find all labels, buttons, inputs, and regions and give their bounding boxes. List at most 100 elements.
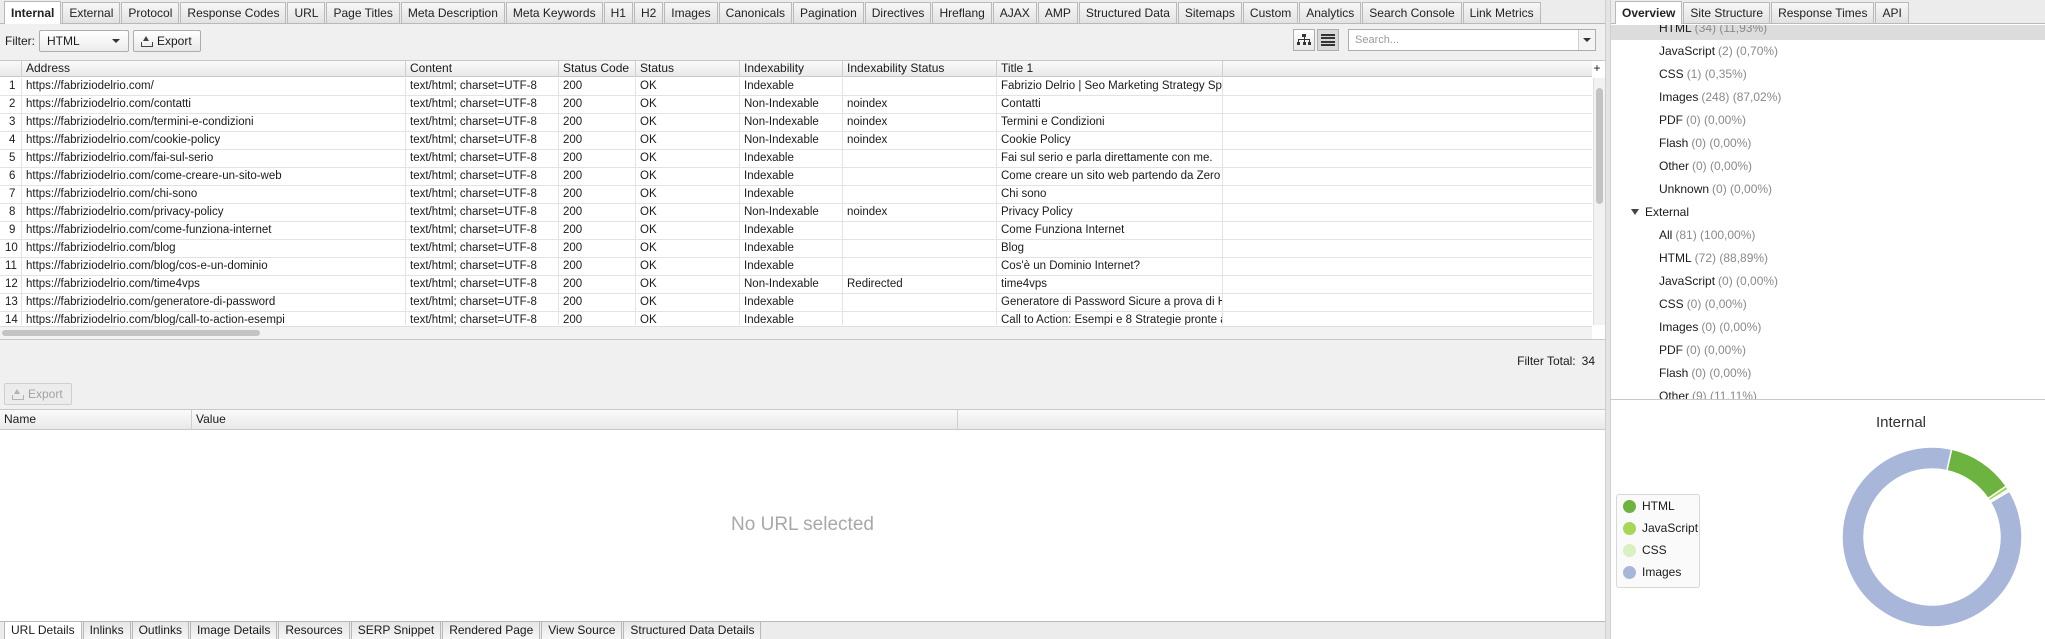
tab-meta-keywords[interactable]: Meta Keywords (505, 2, 603, 23)
tab-page-titles[interactable]: Page Titles (326, 2, 400, 23)
table-cell (843, 294, 997, 312)
table-row[interactable]: 8 https://fabriziodelrio.com/privacy-poli… (0, 204, 1592, 222)
tab-hreflang[interactable]: Hreflang (932, 2, 992, 23)
bottom-tab-serp-snippet[interactable]: SERP Snippet (350, 622, 442, 639)
tab-url[interactable]: URL (287, 2, 326, 23)
bottom-tab-structured-data-details[interactable]: Structured Data Details (623, 622, 762, 639)
table-row[interactable]: 9 https://fabriziodelrio.com/come-funzion… (0, 222, 1592, 240)
column-header-index[interactable] (0, 61, 22, 77)
details-column-name[interactable]: Name (0, 410, 192, 430)
tree-item[interactable]: Images (248) (87,02%) (1611, 86, 2045, 109)
details-column-value[interactable]: Value (192, 410, 958, 430)
tab-internal[interactable]: Internal (4, 1, 62, 24)
side-tab-response-times[interactable]: Response Times (1771, 2, 1875, 23)
table-row[interactable]: 7 https://fabriziodelrio.com/chi-sono text… (0, 186, 1592, 204)
tab-directives[interactable]: Directives (864, 2, 932, 23)
column-header-address[interactable]: Address (22, 61, 406, 77)
tree-item[interactable]: HTML (72) (88,89%) (1611, 247, 2045, 270)
tab-external[interactable]: External (62, 2, 121, 23)
column-header-status[interactable]: Status (636, 61, 740, 77)
side-tab-site-structure[interactable]: Site Structure (1683, 2, 1771, 23)
tab-h2[interactable]: H2 (633, 2, 664, 23)
tree-group-external[interactable]: External (1611, 201, 2045, 224)
tab-analytics[interactable]: Analytics (1299, 2, 1362, 23)
bottom-tab-resources[interactable]: Resources (278, 622, 350, 639)
details-export-button[interactable]: Export (4, 383, 72, 405)
tab-pagination[interactable]: Pagination (793, 2, 864, 23)
tree-item[interactable]: JavaScript (2) (0,70%) (1611, 40, 2045, 63)
tree-item[interactable]: JavaScript (0) (0,00%) (1611, 270, 2045, 293)
tree-view-button[interactable] (1293, 29, 1315, 51)
side-tab-api[interactable]: API (1875, 2, 1909, 23)
table-cell: https://fabriziodelrio.com/contatti (22, 96, 406, 114)
table-row[interactable]: 11 https://fabriziodelrio.com/blog/cos-e-… (0, 258, 1592, 276)
add-column-icon[interactable]: + (1591, 61, 1603, 77)
export-button[interactable]: Export (133, 30, 201, 52)
tab-link-metrics[interactable]: Link Metrics (1462, 2, 1541, 23)
chart-panel: Internal HTML JavaScript CSS Images (1611, 402, 2045, 639)
tab-response-codes[interactable]: Response Codes (180, 2, 287, 23)
filter-select-value: HTML (47, 34, 80, 48)
table-cell: 7 (0, 186, 22, 204)
tab-images[interactable]: Images (664, 2, 718, 23)
tree-item[interactable]: PDF (0) (0,00%) (1611, 109, 2045, 132)
donut-slice-html[interactable] (1945, 448, 2008, 500)
tab-amp[interactable]: AMP (1037, 2, 1078, 23)
tree-item[interactable]: Other (9) (11,11%) (1611, 385, 2045, 399)
table-cell: text/html; charset=UTF-8 (406, 186, 559, 204)
table-row[interactable]: 4 https://fabriziodelrio.com/cookie-polic… (0, 132, 1592, 150)
tab-sitemaps[interactable]: Sitemaps (1177, 2, 1242, 23)
bottom-tab-outlinks[interactable]: Outlinks (131, 622, 189, 639)
list-view-button[interactable] (1317, 29, 1339, 51)
search-dropdown-icon[interactable] (1578, 30, 1595, 50)
column-header-status-code[interactable]: Status Code (559, 61, 636, 77)
table-row[interactable]: 5 https://fabriziodelrio.com/fai-sul-seri… (0, 150, 1592, 168)
tree-item[interactable]: Unknown (0) (0,00%) (1611, 178, 2045, 201)
bottom-tab-inlinks[interactable]: Inlinks (82, 622, 131, 639)
bottom-tab-image-details[interactable]: Image Details (189, 622, 278, 639)
tree-item[interactable]: Flash (0) (0,00%) (1611, 132, 2045, 155)
search-input[interactable] (1355, 34, 1560, 46)
bottom-tab-rendered-page[interactable]: Rendered Page (442, 622, 541, 639)
tab-structured-data[interactable]: Structured Data (1078, 2, 1177, 23)
tree-item[interactable]: All (81) (100,00%) (1611, 224, 2045, 247)
column-header-content[interactable]: Content (406, 61, 559, 77)
tab-canonicals[interactable]: Canonicals (718, 2, 793, 23)
table-row[interactable]: 2 https://fabriziodelrio.com/contatti text… (0, 96, 1592, 114)
tree-item[interactable]: Images (0) (0,00%) (1611, 316, 2045, 339)
tab-custom[interactable]: Custom (1242, 2, 1299, 23)
column-header-title-1[interactable]: Title 1 (997, 61, 1223, 77)
table-row[interactable]: 1 https://fabriziodelrio.com/text/html; c… (0, 78, 1592, 96)
search-box[interactable] (1348, 29, 1596, 51)
table-row[interactable]: 3 https://fabriziodelrio.com/termini-e-co… (0, 114, 1592, 132)
table-row[interactable]: 6 https://fabriziodelrio.com/come-creare-… (0, 168, 1592, 186)
bottom-tab-url-details[interactable]: URL Details (4, 622, 82, 639)
tree-item[interactable]: PDF (0) (0,00%) (1611, 339, 2045, 362)
table-row[interactable]: 12 https://fabriziodelrio.com/time4vps tex… (0, 276, 1592, 294)
table-cell: https://fabriziodelrio.com/time4vps (22, 276, 406, 294)
tree-item[interactable]: HTML (34) (11,93%) (1611, 25, 2045, 40)
column-header-indexability-status[interactable]: Indexability Status (843, 61, 997, 77)
column-header-indexability[interactable]: Indexability (740, 61, 843, 77)
vertical-scrollbar[interactable] (1593, 78, 1605, 325)
table-cell: Termini e Condizioni (997, 114, 1223, 132)
table-row[interactable]: 14 https://fabriziodelrio.com/blog/call-t… (0, 312, 1592, 325)
table-cell: noindex (843, 204, 997, 222)
table-row[interactable]: 13 https://fabriziodelrio.com/generatore-… (0, 294, 1592, 312)
tab-search-console[interactable]: Search Console (1362, 2, 1462, 23)
tab-meta-description[interactable]: Meta Description (400, 2, 505, 23)
bottom-tab-view-source[interactable]: View Source (541, 622, 623, 639)
export-button-label: Export (157, 34, 192, 48)
table-row[interactable]: 10 https://fabriziodelrio.com/blog text/ht… (0, 240, 1592, 258)
side-tab-overview[interactable]: Overview (1615, 1, 1683, 24)
tab-protocol[interactable]: Protocol (121, 2, 180, 23)
tree-item[interactable]: CSS (0) (0,00%) (1611, 293, 2045, 316)
tree-item-label: Images (1659, 90, 1699, 104)
horizontal-scrollbar[interactable] (0, 326, 1592, 339)
tree-item[interactable]: Flash (0) (0,00%) (1611, 362, 2045, 385)
tree-item[interactable]: CSS (1) (0,35%) (1611, 63, 2045, 86)
tab-ajax[interactable]: AJAX (992, 2, 1037, 23)
tree-item[interactable]: Other (0) (0,00%) (1611, 155, 2045, 178)
tab-h1[interactable]: H1 (603, 2, 633, 23)
filter-select[interactable]: HTML (39, 30, 129, 52)
